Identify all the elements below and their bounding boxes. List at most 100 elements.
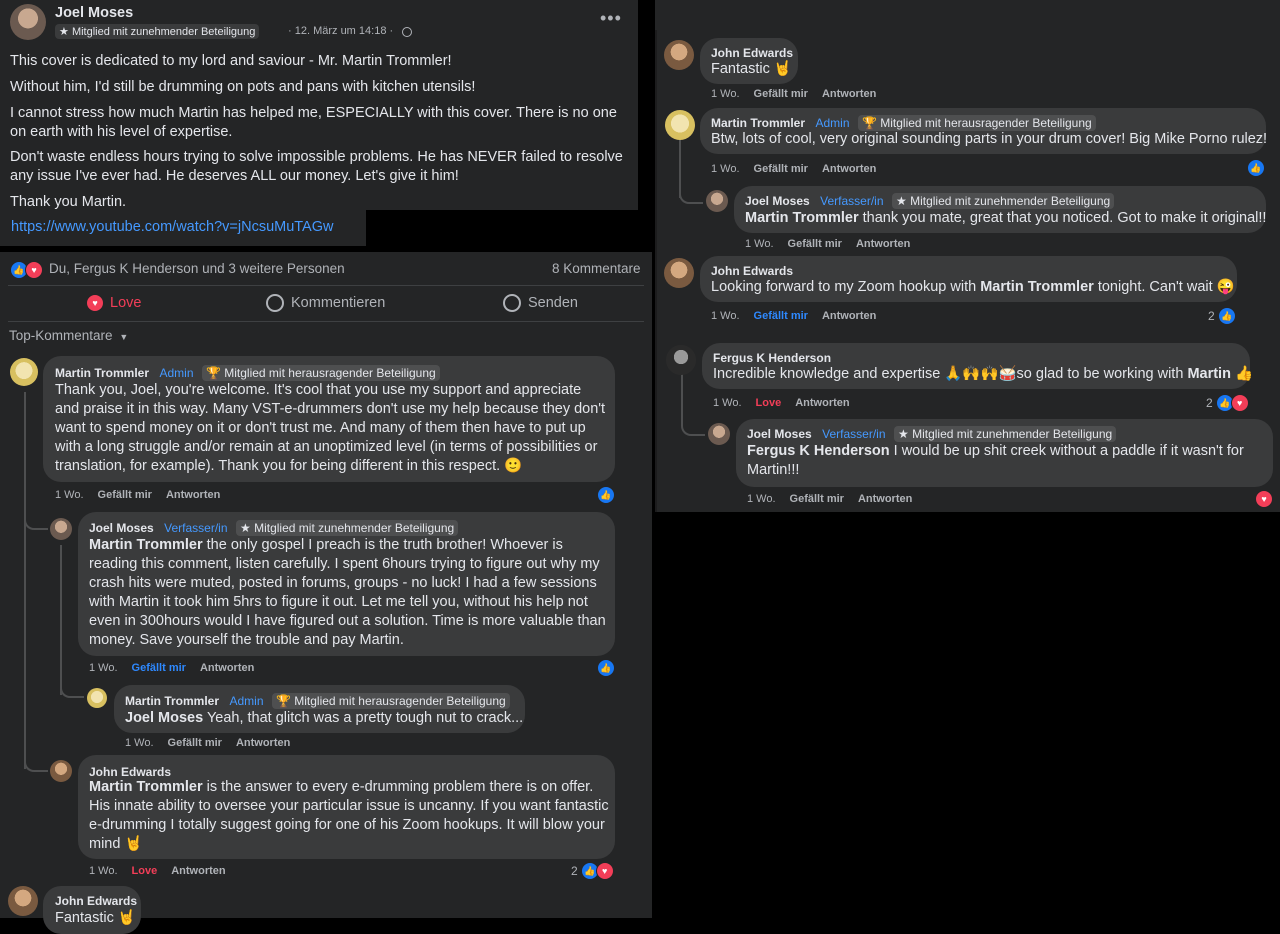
member-badge[interactable]: ★ Mitglied mit zunehmender Beteiligung: [235, 520, 459, 536]
commenter-name[interactable]: Joel Moses: [745, 194, 810, 208]
like-button[interactable]: Gefällt mir: [132, 662, 186, 674]
love-button[interactable]: Love: [756, 397, 782, 409]
mention-link[interactable]: Martin Trommler: [89, 537, 203, 553]
comment-text: Fantastic 🤘: [55, 910, 136, 926]
mention-link[interactable]: Martin Trommler: [89, 779, 203, 795]
commenter-name[interactable]: John Edwards: [711, 46, 793, 60]
reply-button[interactable]: Antworten: [822, 88, 876, 100]
post-author-name[interactable]: Joel Moses: [55, 5, 133, 21]
divider: [8, 321, 644, 322]
comment-reactions[interactable]: ♥: [1255, 490, 1273, 508]
reply-button[interactable]: Antworten: [795, 397, 849, 409]
comment-bubble: Joel Moses Verfasser/in ★ Mitglied mit z…: [734, 186, 1266, 233]
more-options-icon[interactable]: •••: [600, 8, 622, 29]
reactions-summary[interactable]: Du, Fergus K Henderson und 3 weitere Per…: [49, 261, 345, 276]
send-action-button[interactable]: Senden: [503, 294, 578, 312]
member-badge[interactable]: ★ Mitglied mit zunehmender Beteiligung: [891, 193, 1115, 209]
like-button[interactable]: Gefällt mir: [790, 493, 844, 505]
commenter-avatar[interactable]: [87, 688, 107, 708]
comment-reactions[interactable]: 2 👍 ♥: [571, 862, 614, 880]
reply-button[interactable]: Antworten: [822, 163, 876, 175]
commenter-name[interactable]: John Edwards: [711, 264, 793, 278]
panel-edge: [655, 30, 657, 512]
comment-time[interactable]: 1 Wo.: [747, 493, 776, 505]
commenter-name[interactable]: Joel Moses: [747, 427, 812, 441]
commenter-avatar[interactable]: [8, 886, 38, 916]
sort-comments-dropdown[interactable]: Top-Kommentare ▼: [9, 328, 128, 343]
commenter-name[interactable]: John Edwards: [55, 894, 137, 908]
commenter-avatar[interactable]: [708, 423, 730, 445]
comment-time[interactable]: 1 Wo.: [55, 489, 84, 501]
youtube-link[interactable]: https://www.youtube.com/watch?v=jNcsuMuT…: [11, 219, 333, 235]
member-badge[interactable]: 🏆 Mitglied mit herausragender Beteiligun…: [271, 693, 510, 709]
comment-time[interactable]: 1 Wo.: [711, 88, 740, 100]
comment-time[interactable]: 1 Wo.: [711, 163, 740, 175]
commenter-name[interactable]: Fergus K Henderson: [713, 351, 831, 365]
mention-link[interactable]: Martin Trommler: [980, 279, 1094, 295]
mention-link[interactable]: Joel Moses: [125, 710, 203, 726]
comment-reactions[interactable]: 👍: [597, 659, 615, 677]
commenter-name[interactable]: Joel Moses: [89, 521, 154, 535]
mention-link[interactable]: Martin Trommler: [745, 210, 859, 226]
post-author-avatar[interactable]: [10, 4, 46, 40]
comment-bubble: Joel Moses Verfasser/in ★ Mitglied mit z…: [78, 512, 615, 656]
like-button[interactable]: Gefällt mir: [788, 238, 842, 250]
comment-reactions[interactable]: 2 👍: [1208, 307, 1236, 325]
commenter-name[interactable]: John Edwards: [89, 765, 171, 779]
comment-reactions[interactable]: 👍: [597, 486, 615, 504]
love-button[interactable]: Love: [132, 865, 158, 877]
reply-button[interactable]: Antworten: [200, 662, 254, 674]
comment-time[interactable]: 1 Wo.: [89, 662, 118, 674]
comment-bubble: Martin Trommler Admin 🏆 Mitglied mit her…: [114, 685, 525, 733]
commenter-avatar[interactable]: [50, 760, 72, 782]
reaction-icons[interactable]: 👍 ♥: [10, 260, 43, 279]
comment-time[interactable]: 1 Wo.: [713, 397, 742, 409]
reply-button[interactable]: Antworten: [822, 310, 876, 322]
comment-text: Incredible knowledge and expertise 🙏🙌🙌🥁s…: [713, 366, 1254, 382]
commenter-avatar[interactable]: [664, 40, 694, 70]
commenter-name[interactable]: Martin Trommler: [711, 116, 805, 130]
reply-button[interactable]: Antworten: [856, 238, 910, 250]
comment-reactions[interactable]: 2 👍 ♥: [1206, 394, 1249, 412]
post-author-badge[interactable]: ★ Mitglied mit zunehmender Beteiligung: [55, 24, 260, 39]
reply-button[interactable]: Antworten: [166, 489, 220, 501]
commenter-name[interactable]: Martin Trommler: [125, 694, 219, 708]
mention-link[interactable]: Martin: [1187, 366, 1231, 382]
commenter-avatar[interactable]: [706, 190, 728, 212]
comment-reactions[interactable]: 👍: [1247, 159, 1265, 177]
commenter-avatar[interactable]: [50, 518, 72, 540]
heart-icon: ♥: [25, 261, 43, 279]
member-badge[interactable]: ★ Mitglied mit zunehmender Beteiligung: [893, 426, 1117, 442]
post-date[interactable]: · 12. März um 14:18 ·: [288, 25, 393, 37]
love-action-button[interactable]: ♥ Love: [86, 294, 141, 312]
reply-button[interactable]: Antworten: [236, 737, 290, 749]
comment-time[interactable]: 1 Wo.: [745, 238, 774, 250]
like-button[interactable]: Gefällt mir: [168, 737, 222, 749]
heart-icon: ♥: [1255, 490, 1273, 508]
mention-link[interactable]: Fergus K Henderson: [747, 443, 890, 459]
comments-count[interactable]: 8 Kommentare: [552, 261, 641, 276]
star-icon: ★: [895, 194, 907, 208]
like-button[interactable]: Gefällt mir: [754, 310, 808, 322]
comment-action-button[interactable]: Kommentieren: [266, 294, 385, 312]
commenter-avatar[interactable]: [665, 110, 695, 140]
commenter-avatar[interactable]: [664, 258, 694, 288]
trophy-icon: 🏆: [861, 116, 877, 130]
comment-actions: 1 Wo. Love Antworten: [89, 865, 240, 877]
like-button[interactable]: Gefällt mir: [754, 88, 808, 100]
commenter-avatar[interactable]: [10, 358, 38, 386]
member-badge[interactable]: 🏆 Mitglied mit herausragender Beteiligun…: [201, 365, 440, 381]
reply-button[interactable]: Antworten: [171, 865, 225, 877]
reply-button[interactable]: Antworten: [858, 493, 912, 505]
comment-text: Martin Trommler thank you mate, great th…: [745, 210, 1267, 226]
comment-time[interactable]: 1 Wo.: [125, 737, 154, 749]
post-paragraph-2: Without him, I'd still be drumming on po…: [10, 79, 476, 95]
comment-time[interactable]: 1 Wo.: [711, 310, 740, 322]
commenter-avatar[interactable]: [666, 345, 696, 375]
comment-time[interactable]: 1 Wo.: [89, 865, 118, 877]
like-button[interactable]: Gefällt mir: [754, 163, 808, 175]
member-badge[interactable]: 🏆 Mitglied mit herausragender Beteiligun…: [857, 115, 1096, 131]
commenter-name[interactable]: Martin Trommler: [55, 366, 149, 380]
like-button[interactable]: Gefällt mir: [98, 489, 152, 501]
comment-bubble: Martin Trommler Admin 🏆 Mitglied mit her…: [700, 108, 1267, 154]
